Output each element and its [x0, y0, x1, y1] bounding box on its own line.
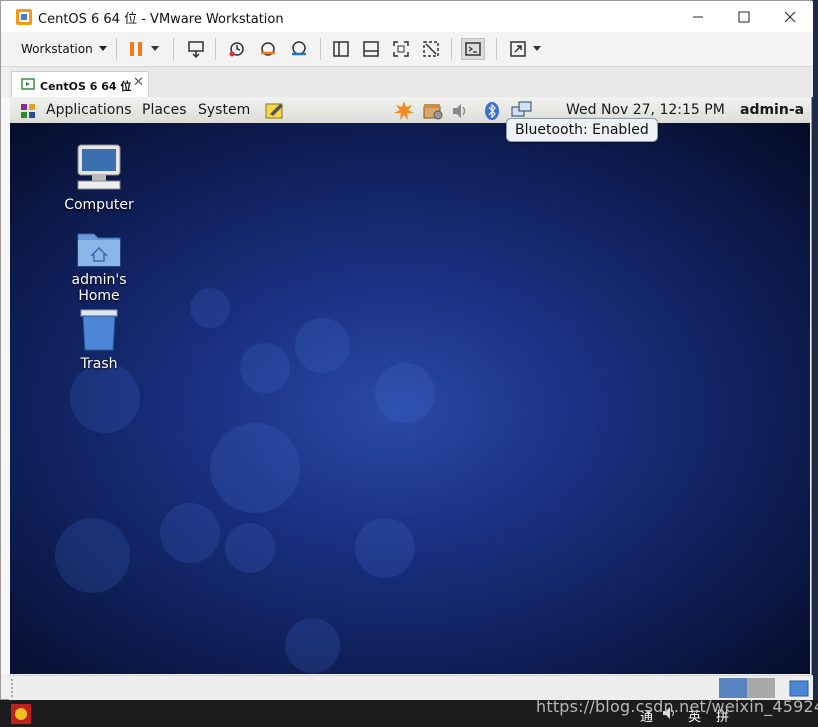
guest-screen[interactable]: Applications Places System Wed Nov 27, 1…: [10, 98, 810, 674]
send-ctrl-alt-del-button[interactable]: [184, 38, 208, 60]
full-screen-icon: [393, 41, 409, 57]
desktop-icon-home[interactable]: admin's Home: [49, 228, 149, 304]
pause-button[interactable]: [124, 38, 148, 60]
chevron-down-icon: [151, 46, 159, 51]
system-menu[interactable]: System: [198, 102, 250, 118]
tab-centos[interactable]: CentOS 6 64 位 ✕: [11, 71, 149, 97]
desktop-icon-label: Computer: [64, 197, 134, 213]
vmware-app-icon: [16, 9, 32, 25]
full-screen-button[interactable]: [389, 38, 413, 60]
clock[interactable]: Wed Nov 27, 12:15 PM: [566, 102, 725, 118]
chevron-down-icon: [98, 46, 107, 51]
toolbar-divider: [320, 38, 321, 60]
bg-bubble: [55, 518, 130, 593]
send-keys-icon: [188, 41, 204, 58]
vmware-window: CentOS 6 64 位 - VMware Workstation Works…: [0, 0, 813, 702]
toolbar-divider: [173, 38, 174, 60]
left-panel-edge: [1, 98, 10, 674]
revert-snapshot-icon: [261, 42, 275, 56]
pause-icon: [130, 42, 142, 56]
snapshot-manager-button[interactable]: [287, 38, 311, 60]
bg-bubble: [240, 343, 290, 393]
desktop-icon-computer[interactable]: Computer: [49, 143, 149, 213]
status-indicator-right[interactable]: [747, 678, 775, 698]
toolbar-divider: [451, 38, 452, 60]
console-icon: [465, 42, 481, 56]
title-bar: CentOS 6 64 位 - VMware Workstation: [1, 1, 813, 32]
bg-bubble: [70, 363, 140, 433]
text-editor-launcher-icon[interactable]: [264, 100, 286, 120]
close-icon: [784, 11, 796, 22]
toolbar-divider: [116, 38, 117, 60]
snapshot-clock-icon: [229, 42, 244, 57]
bluetooth-tooltip: Bluetooth: Enabled: [506, 118, 658, 142]
status-indicator-left[interactable]: [719, 678, 747, 698]
window-title: CentOS 6 64 位 - VMware Workstation: [38, 12, 284, 27]
centos-logo-icon: [21, 104, 35, 118]
vmware-toolbar: Workstation: [1, 32, 813, 67]
revert-snapshot-button[interactable]: [256, 38, 280, 60]
trash-icon: [80, 309, 118, 351]
minimize-button[interactable]: [675, 1, 721, 32]
package-updater-icon[interactable]: [422, 101, 444, 121]
desktop-icon-trash[interactable]: Trash: [49, 308, 149, 372]
applications-menu[interactable]: Applications: [46, 102, 132, 118]
chevron-down-icon: [533, 46, 541, 51]
snapshot-manager-icon: [292, 41, 306, 56]
gnome-top-panel: Applications Places System Wed Nov 27, 1…: [10, 98, 810, 124]
user-menu[interactable]: admin-a: [740, 102, 804, 118]
workstation-menu[interactable]: Workstation: [13, 37, 115, 61]
show-thumbnail-button[interactable]: [359, 38, 383, 60]
tab-label: CentOS 6 64 位: [40, 80, 132, 93]
places-menu[interactable]: Places: [142, 102, 187, 118]
home-folder-icon: [77, 233, 121, 267]
toolbar-divider: [496, 38, 497, 60]
workstation-menu-label: Workstation: [21, 42, 93, 56]
desktop-icon-label: Trash: [80, 356, 118, 372]
bg-bubble: [190, 288, 230, 328]
bg-bubble: [285, 618, 340, 673]
vm-tab-bar: CentOS 6 64 位 ✕: [9, 67, 813, 97]
taskbar-app-icon[interactable]: [10, 703, 32, 725]
bg-bubble: [210, 423, 300, 513]
bluetooth-icon[interactable]: [484, 101, 500, 121]
maximize-button[interactable]: [721, 1, 767, 32]
close-button[interactable]: [767, 1, 813, 32]
network-icon[interactable]: [511, 101, 533, 119]
desktop-icon-label: admin's Home: [71, 272, 127, 304]
bg-bubble: [225, 523, 275, 573]
unity-icon: [423, 41, 439, 57]
bg-bubble: [375, 363, 435, 423]
power-menu-dropdown[interactable]: [147, 38, 163, 60]
bg-bubble: [160, 503, 220, 563]
resize-grip: [11, 679, 19, 697]
library-panel-icon: [333, 41, 349, 57]
device-status-icon[interactable]: [789, 678, 809, 698]
desktop-background[interactable]: Computer admin's Home Trash: [10, 123, 810, 674]
minimize-icon: [693, 16, 703, 17]
stretch-icon: [510, 41, 526, 57]
bg-bubble: [355, 518, 415, 578]
stretch-menu-dropdown[interactable]: [529, 38, 545, 60]
watermark: https://blog.csdn.net/weixin_45924033: [536, 697, 818, 716]
show-library-button[interactable]: [329, 38, 353, 60]
vm-tab-icon: [21, 78, 35, 90]
toolbar-divider: [215, 38, 216, 60]
console-view-button[interactable]: [461, 38, 485, 60]
volume-icon[interactable]: [451, 102, 469, 120]
thumbnail-bar-icon: [363, 41, 379, 57]
stretch-guest-button[interactable]: [506, 38, 530, 60]
bg-bubble: [295, 318, 350, 373]
unity-mode-button[interactable]: [419, 38, 443, 60]
snapshot-button[interactable]: [225, 38, 249, 60]
update-notifier-icon[interactable]: [393, 100, 415, 122]
computer-icon: [77, 144, 121, 190]
tab-close-icon[interactable]: ✕: [133, 75, 144, 90]
maximize-icon: [738, 11, 750, 22]
